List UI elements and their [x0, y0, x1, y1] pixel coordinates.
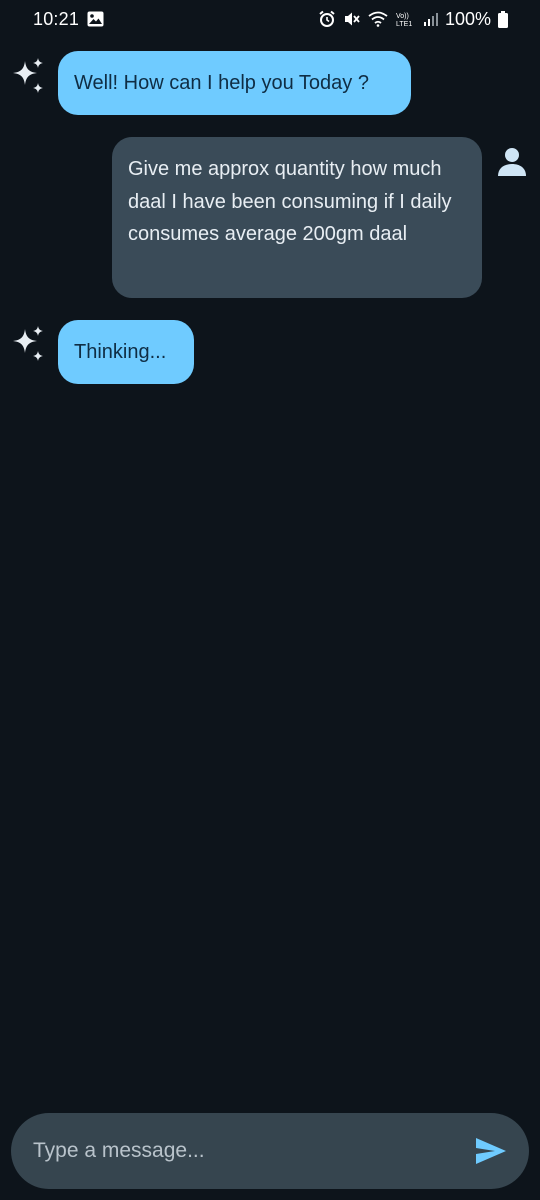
volte-lte-icon: Vo)) LTE1 [395, 10, 417, 28]
send-button[interactable] [471, 1131, 511, 1171]
sparkles-icon [12, 57, 46, 100]
status-left: 10:21 [33, 9, 104, 30]
status-right: Vo)) LTE1 100% [318, 9, 508, 30]
message-composer [11, 1113, 529, 1189]
battery-icon [498, 10, 508, 28]
sparkles-icon [12, 325, 46, 368]
alarm-icon [318, 10, 336, 28]
svg-text:Vo)): Vo)) [396, 13, 409, 20]
assistant-bubble: Well! How can I help you Today ? [58, 51, 411, 115]
assistant-message: Thinking... [58, 320, 194, 384]
gallery-notification-icon [87, 11, 104, 27]
svg-text:LTE1: LTE1 [396, 21, 412, 28]
mute-icon [343, 10, 361, 28]
status-time: 10:21 [33, 8, 80, 29]
assistant-bubble-thinking: Thinking... [58, 320, 194, 384]
assistant-message: Well! How can I help you Today ? [58, 51, 411, 115]
status-bar: 10:21 Vo)) LTE1 100% [0, 0, 540, 38]
message-input[interactable] [33, 1139, 471, 1163]
user-bubble: Give me approx quantity how much daal I … [112, 137, 482, 298]
wifi-icon [368, 11, 388, 27]
user-message: Give me approx quantity how much daal I … [112, 137, 482, 298]
signal-icon [423, 12, 438, 26]
person-icon [496, 146, 528, 183]
send-icon [475, 1137, 507, 1165]
chat-screen: 10:21 Vo)) LTE1 100% Well! How can I hel… [0, 0, 540, 1200]
battery-percent: 100% [444, 8, 491, 29]
